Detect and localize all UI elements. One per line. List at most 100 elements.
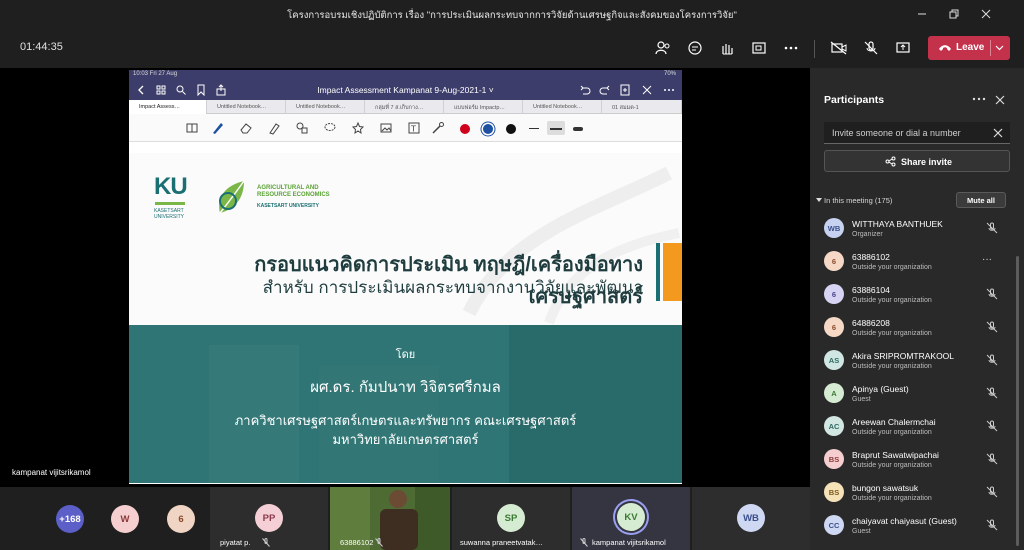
chat-button[interactable]	[682, 36, 708, 60]
shape-icon[interactable]	[295, 121, 309, 135]
people-icon	[655, 41, 670, 55]
read-mode-icon[interactable]	[185, 121, 199, 135]
share-screen-icon	[896, 42, 910, 53]
avatar: AS	[824, 350, 844, 370]
mute-all-button[interactable]: Mute all	[956, 192, 1006, 208]
color-blue[interactable]	[483, 124, 493, 134]
close-icon[interactable]	[994, 94, 1006, 106]
image-icon[interactable]	[379, 121, 393, 135]
close-window-button[interactable]	[972, 4, 1000, 24]
clear-icon[interactable]	[992, 127, 1004, 139]
video-gallery: +168 W 6 PP piyatat p. 63886102 SP suwan…	[0, 487, 810, 550]
collapse-caret-icon[interactable]	[816, 198, 822, 203]
are-logo-text: AGRICULTURAL AND RESOURCE ECONOMICS	[257, 185, 330, 199]
color-black[interactable]	[506, 124, 516, 134]
overflow-count[interactable]: +168	[56, 505, 84, 533]
close-icon[interactable]	[641, 84, 653, 96]
leave-button[interactable]: Leave	[928, 36, 1010, 60]
tile-name: 63886102	[340, 538, 374, 547]
maximize-button[interactable]	[940, 4, 968, 24]
avatar[interactable]: W	[111, 505, 139, 533]
more-icon[interactable]	[663, 84, 675, 96]
ku-sub-line2: UNIVERSITY	[154, 214, 185, 220]
panel-title: Participants	[824, 94, 885, 106]
participant-role: Outside your organization	[852, 495, 932, 502]
share-screen-button[interactable]	[890, 36, 916, 60]
participant-name: 63886102	[852, 252, 890, 262]
participant-row[interactable]: AS Akira SRIPROMTRAKOOL Outside your org…	[810, 346, 1016, 379]
tab-group-7[interactable]: กลุ่มที่ 7 ส.เก็บกาง…	[365, 100, 444, 114]
participant-row[interactable]: 6 63886102 Outside your organization ···	[810, 247, 1016, 280]
camera-button[interactable]	[826, 36, 852, 60]
tab-impact-assess[interactable]: Impact Assess…	[129, 100, 207, 114]
participants-button[interactable]	[650, 36, 676, 60]
participant-row[interactable]: CC chaiyavat chaiyasut (Guest) Guest	[810, 511, 1016, 544]
avatar: 6	[824, 317, 844, 337]
tab-notebook-1[interactable]: Untitled Notebook…	[207, 100, 286, 114]
meeting-timer: 01:44:35	[20, 41, 63, 53]
avatar[interactable]: 6	[167, 505, 195, 533]
sticker-icon[interactable]	[351, 121, 365, 135]
more-actions-button[interactable]	[778, 36, 804, 60]
participant-row[interactable]: BS bungon sawatsuk Outside your organiza…	[810, 478, 1016, 511]
leave-label: Leave	[956, 42, 985, 53]
author-name: ผศ.ดร. กัมปนาท วิจิตรศรีกมล	[310, 379, 501, 396]
lasso-icon[interactable]	[323, 121, 337, 135]
minimize-icon	[918, 13, 926, 15]
ku-logo-subtitle: KASETSART UNIVERSITY	[154, 208, 184, 220]
highlighter-icon[interactable]	[267, 121, 281, 135]
text-icon[interactable]: T	[407, 121, 421, 135]
rooms-button[interactable]	[746, 36, 772, 60]
laser-icon[interactable]	[431, 121, 445, 135]
reactions-button[interactable]	[714, 36, 740, 60]
participant-tile[interactable]: WB	[692, 487, 810, 550]
more-icon[interactable]	[970, 92, 988, 106]
mic-button[interactable]	[858, 36, 884, 60]
participant-role: Outside your organization	[852, 330, 932, 337]
participant-row[interactable]: 6 64886208 Outside your organization	[810, 313, 1016, 346]
redo-icon[interactable]	[599, 84, 611, 96]
stroke-thin[interactable]	[529, 128, 539, 129]
ku-logo-bar	[155, 202, 185, 205]
color-red[interactable]	[460, 124, 470, 134]
mic-off-icon	[986, 222, 998, 234]
participant-tile[interactable]: KV kampanat vijitsrikamol	[572, 487, 690, 550]
eraser-icon[interactable]	[239, 121, 253, 135]
participant-tile[interactable]: PP piyatat p.	[210, 487, 328, 550]
more-icon	[784, 46, 798, 50]
pen-icon[interactable]	[211, 121, 225, 135]
add-page-icon[interactable]	[619, 84, 631, 96]
by-label: โดย	[395, 349, 416, 361]
share-invite-button[interactable]: Share invite	[824, 150, 1010, 172]
stroke-thick[interactable]	[573, 127, 583, 131]
mic-off-icon	[986, 453, 998, 465]
minimize-button[interactable]	[908, 4, 936, 24]
participant-row[interactable]: WB WITTHAYA BANTHUEK Organizer	[810, 214, 1016, 247]
panel-scrollbar[interactable]	[1016, 256, 1019, 546]
svg-text:T: T	[410, 125, 416, 134]
chevron-down-icon[interactable]	[995, 45, 1004, 51]
participant-tile[interactable]: SP suwanna praneetvatak…	[452, 487, 570, 550]
mic-off-icon	[986, 420, 998, 432]
are-university: KASETSART UNIVERSITY	[257, 203, 319, 209]
mic-off-icon	[986, 321, 998, 333]
breakout-rooms-icon	[752, 42, 766, 54]
mic-off-icon	[986, 387, 998, 399]
participant-more-icon[interactable]: ···	[982, 254, 992, 265]
tab-notebook-3[interactable]: Untitled Notebook…	[523, 100, 602, 114]
department-line2: มหาวิทยาลัยเกษตรศาสตร์	[332, 432, 479, 447]
participant-row[interactable]: A Apinya (Guest) Guest	[810, 379, 1016, 412]
participant-video-tile[interactable]: 63886102	[330, 487, 450, 550]
invite-placeholder: Invite someone or dial a number	[832, 128, 961, 138]
participant-row[interactable]: BS Braprut Sawatwipachai Outside your or…	[810, 445, 1016, 478]
tab-assumption[interactable]: 01 สมมต-1	[602, 100, 682, 114]
participant-role: Outside your organization	[852, 429, 932, 436]
tab-notebook-2[interactable]: Untitled Notebook…	[286, 100, 365, 114]
participant-role: Guest	[852, 528, 871, 535]
window-titlebar: โครงการอบรมเชิงปฏิบัติการ เรื่อง "การประ…	[0, 0, 1024, 28]
participant-row[interactable]: AC Areewan Chalermchai Outside your orga…	[810, 412, 1016, 445]
invite-input[interactable]: Invite someone or dial a number	[824, 122, 1010, 144]
participant-row[interactable]: 6 63886104 Outside your organization	[810, 280, 1016, 313]
tab-impact-form[interactable]: แบบฟอร์ม Impactp…	[444, 100, 523, 114]
undo-icon[interactable]	[579, 84, 591, 96]
